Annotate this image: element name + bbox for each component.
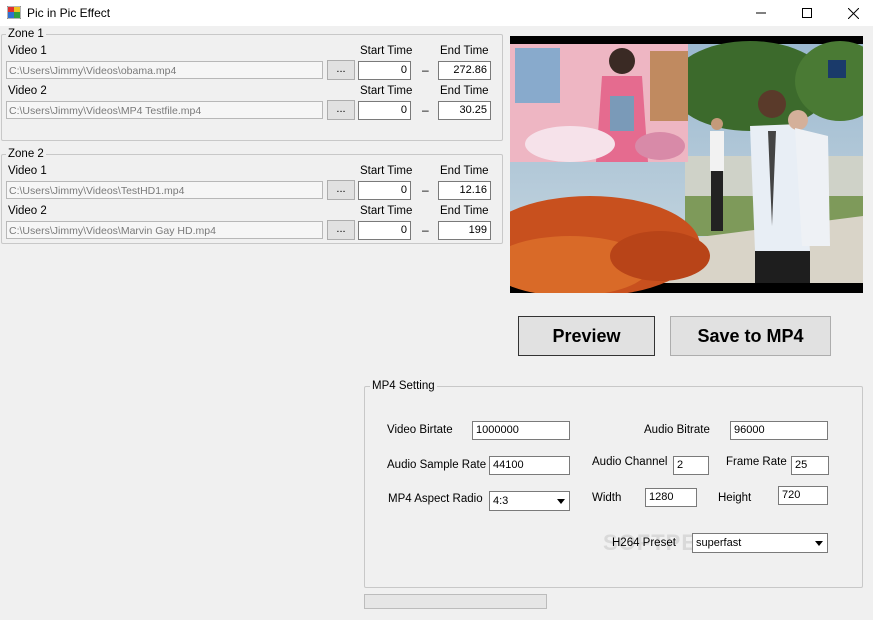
video-bitrate-input[interactable]: 1000000 [472,421,570,440]
audio-bitrate-label: Audio Bitrate [644,424,710,436]
h264-preset-value: superfast [696,537,742,549]
audio-sample-rate-input[interactable]: 44100 [489,456,570,475]
audio-channel-label: Audio Channel [592,456,668,468]
height-label: Height [718,492,752,504]
save-mp4-button[interactable]: Save to MP4 [670,316,831,356]
zone-2-label: Zone 2 [6,148,46,160]
zone-2-video-1-label: Video 1 [8,165,47,177]
time-separator: – [422,183,429,197]
zone-2-video-2-browse-button[interactable]: ... [327,220,355,240]
frame-rate-label: Frame Rate [726,456,787,468]
preview-button[interactable]: Preview [518,316,655,356]
height-input[interactable]: 720 [778,486,828,505]
aspect-ratio-value: 4:3 [493,495,509,507]
frame-rate-input[interactable]: 25 [791,456,829,475]
close-icon [847,7,859,19]
window-title: Pic in Pic Effect [27,6,111,20]
chevron-down-icon [557,499,565,504]
time-separator: – [422,223,429,237]
audio-channel-input[interactable]: 2 [673,456,709,475]
video-frame-image [510,36,863,293]
zone-1-video-2-browse-button[interactable]: ... [327,100,355,120]
zone-1-video-1-browse-button[interactable]: ... [327,60,355,80]
zone-1-video-2-label: Video 2 [8,85,47,97]
zone-2-video-1-path[interactable]: C:\Users\Jimmy\Videos\TestHD1.mp4 [6,181,323,199]
video-bitrate-label: Video Birtate [387,424,453,436]
time-separator: – [422,103,429,117]
chevron-down-icon [815,541,823,546]
h264-preset-label: H264 Preset [612,537,676,549]
zone-1-video-1-end-input[interactable]: 272.86 [438,61,491,80]
mp4-setting-label: MP4 Setting [370,380,437,392]
end-time-header: End Time [440,205,489,217]
maximize-button[interactable] [784,0,830,26]
zone-2-video-2-label: Video 2 [8,205,47,217]
zone-1-label: Zone 1 [6,28,46,40]
zone-2-video-2-end-input[interactable]: 199 [438,221,491,240]
zone-1-video-1-path[interactable]: C:\Users\Jimmy\Videos\obama.mp4 [6,61,323,79]
width-label: Width [592,492,622,504]
time-separator: – [422,63,429,77]
zone-2-video-1-browse-button[interactable]: ... [327,180,355,200]
zone-1-video-1-start-input[interactable]: 0 [358,61,411,80]
end-time-header: End Time [440,85,489,97]
end-time-header: End Time [440,45,489,57]
progress-bar [364,594,547,609]
zone-2-video-1-start-input[interactable]: 0 [358,181,411,200]
h264-preset-select[interactable]: superfast [692,533,828,553]
close-button[interactable] [830,0,873,26]
zone-1-video-2-end-input[interactable]: 30.25 [438,101,491,120]
zone-2-video-1-end-input[interactable]: 12.16 [438,181,491,200]
zone-2-video-2-path[interactable]: C:\Users\Jimmy\Videos\Marvin Gay HD.mp4 [6,221,323,239]
start-time-header: Start Time [360,165,413,177]
maximize-icon [802,8,812,18]
audio-bitrate-input[interactable]: 96000 [730,421,828,440]
start-time-header: Start Time [360,45,413,57]
aspect-ratio-label: MP4 Aspect Radio [388,493,483,505]
zone-2-video-2-start-input[interactable]: 0 [358,221,411,240]
start-time-header: Start Time [360,85,413,97]
minimize-button[interactable] [738,0,784,26]
start-time-header: Start Time [360,205,413,217]
aspect-ratio-select[interactable]: 4:3 [489,491,570,511]
zone-1-video-2-start-input[interactable]: 0 [358,101,411,120]
video-preview [510,36,863,293]
width-input[interactable]: 1280 [645,488,697,507]
minimize-icon [756,12,766,14]
audio-sample-rate-label: Audio Sample Rate [387,459,487,471]
zone-1-video-1-label: Video 1 [8,45,47,57]
zone-1-video-2-path[interactable]: C:\Users\Jimmy\Videos\MP4 Testfile.mp4 [6,101,323,119]
zone-1-group [1,34,503,141]
end-time-header: End Time [440,165,489,177]
app-icon [7,6,21,19]
